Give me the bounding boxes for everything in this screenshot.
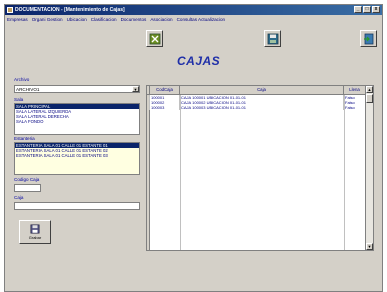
menu-bar: Empresas Organi Gestion Ubicacion Clasif…: [5, 15, 382, 23]
save-toolbar-button[interactable]: [264, 30, 281, 47]
exit-button[interactable]: [360, 30, 377, 47]
close-button[interactable]: x: [372, 6, 380, 13]
window-controls: _ □ x: [354, 6, 380, 13]
archivo-select[interactable]: ARCHIVO1 ▼: [14, 85, 140, 93]
table-row[interactable]: 100003 CAJA 100003 UBICACION 01-01-01 Fa…: [147, 105, 366, 110]
archivo-value: ARCHIVO1: [16, 86, 40, 92]
menu-organi-gestion[interactable]: Organi Gestion: [32, 17, 63, 22]
window-title: DOCUMENTACION - [Mantenimiento de Cajas]: [15, 7, 125, 13]
row-selector-column: [147, 95, 150, 250]
sala-item[interactable]: SALA FONDO: [15, 119, 139, 124]
menu-documentos[interactable]: Documentos: [121, 17, 147, 22]
title-bar: DOCUMENTACION - [Mantenimiento de Cajas]…: [5, 5, 382, 15]
scroll-down-button[interactable]: ▼: [366, 243, 373, 250]
minimize-button[interactable]: _: [354, 6, 362, 13]
page-title: CAJAS: [177, 54, 221, 68]
menu-empresas[interactable]: Empresas: [7, 17, 28, 22]
caja-field[interactable]: [14, 202, 140, 210]
grid-rows: 100001 CAJA 100001 UBICACION 01-01-01 Fa…: [147, 95, 366, 110]
app-icon: [7, 7, 13, 13]
header-caja[interactable]: Caja: [180, 86, 344, 94]
menu-consultas[interactable]: Consultas Actualizacion: [177, 17, 226, 22]
exit-icon: [363, 33, 373, 44]
save-icon: [267, 33, 278, 44]
chevron-down-icon[interactable]: ▼: [132, 86, 139, 92]
delete-icon: [149, 33, 160, 44]
maximize-button[interactable]: □: [363, 6, 371, 13]
scroll-thumb[interactable]: [366, 94, 373, 103]
sala-listbox[interactable]: SALA PRINCIPAL SALA LATERAL IZQUIERDA SA…: [14, 103, 140, 135]
estanteria-item[interactable]: ESTANTERIA SALA 01 CALLE 01 ESTANTE 03: [15, 153, 139, 158]
cell-caja[interactable]: CAJA 100003 UBICACION 01-01-01: [180, 105, 344, 110]
grabar-button[interactable]: Grabar: [19, 220, 51, 244]
header-llena[interactable]: Llena: [344, 86, 366, 94]
estanteria-listbox[interactable]: ESTANTERIA SALA 01 CALLE 01 ESTANTE 01 E…: [14, 142, 140, 175]
grid-body: CodCaja Caja Llena 100001 CAJA 100001 UB…: [147, 86, 366, 250]
grid-scrollbar[interactable]: ▲ ▼: [365, 86, 373, 250]
column-divider: [180, 95, 181, 250]
menu-ubicacion[interactable]: Ubicacion: [67, 17, 87, 22]
grabar-label: Grabar: [28, 235, 42, 240]
codigo-caja-label: Codigo Caja: [14, 177, 40, 182]
menu-asociacion[interactable]: Asociacion: [150, 17, 172, 22]
cell-llena[interactable]: Falso: [344, 105, 366, 110]
cajas-grid[interactable]: CodCaja Caja Llena 100001 CAJA 100001 UB…: [146, 85, 374, 251]
archivo-label: Archivo: [14, 77, 30, 82]
menu-clasificacion[interactable]: Clasificacion: [91, 17, 117, 22]
caja-label: Caja: [14, 195, 24, 200]
grid-header: CodCaja Caja Llena: [147, 86, 366, 95]
app-window: DOCUMENTACION - [Mantenimiento de Cajas]…: [4, 4, 383, 292]
scroll-up-button[interactable]: ▲: [366, 86, 373, 93]
column-divider: [344, 95, 345, 250]
delete-button[interactable]: [146, 30, 163, 47]
codigo-caja-field[interactable]: [14, 184, 41, 192]
cell-codcaja[interactable]: 100003: [150, 105, 180, 110]
floppy-icon: [30, 224, 40, 234]
header-codcaja[interactable]: CodCaja: [150, 86, 180, 94]
estanteria-label: Estanteria: [14, 136, 35, 141]
sala-label: Sala: [14, 97, 24, 102]
